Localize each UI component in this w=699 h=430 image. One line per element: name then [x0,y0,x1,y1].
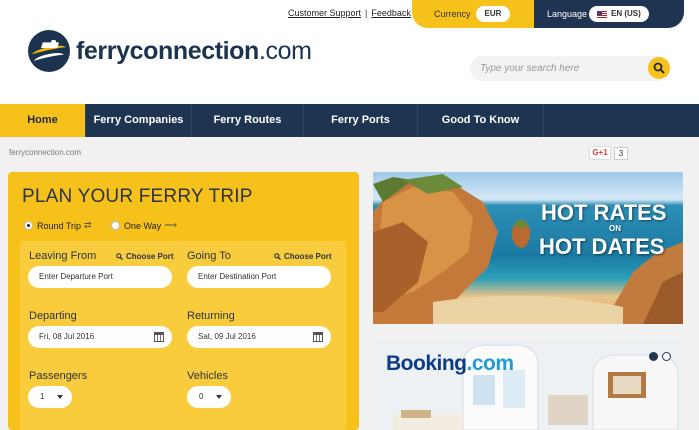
round-trip-option[interactable]: Round Trip ⇄ [24,220,92,231]
google-plus-count: 3 [614,147,628,160]
returning-date-input[interactable]: Sat, 09 Jul 2016 [187,326,331,348]
language-select[interactable]: EN (US) [589,6,649,22]
panel-title: PLAN YOUR FERRY TRIP [22,186,253,207]
nav-ferry-routes[interactable]: Ferry Routes [192,104,304,137]
calendar-icon[interactable] [313,332,323,342]
carousel-dot-2[interactable] [662,352,671,361]
passengers-value: 1 [40,392,45,401]
customer-support-link[interactable]: Customer Support [288,8,361,18]
choose-destination-port[interactable]: Choose Port [274,252,332,261]
magnifier-icon [274,253,281,260]
link-separator: | [365,8,368,18]
hot-rates-on: ON [609,224,621,233]
search-icon [653,62,665,74]
search-box [470,56,670,81]
one-way-label: One Way [124,220,162,231]
currency-select[interactable]: EUR [476,6,510,22]
us-flag-icon [597,10,607,18]
nav-good-to-know[interactable]: Good To Know [418,104,544,137]
nav-home[interactable]: Home [0,104,86,137]
chevron-down-icon [216,395,222,399]
nav-ferry-ports[interactable]: Ferry Ports [304,104,418,137]
vehicles-value: 0 [199,392,204,401]
main-nav: Home Ferry Companies Ferry Routes Ferry … [0,104,699,137]
one-way-radio[interactable] [111,221,120,230]
returning-label: Returning [187,310,235,322]
language-value: EN (US) [611,9,641,18]
going-to-label: Going To [187,250,231,262]
leaving-from-label: Leaving From [29,250,97,262]
returning-date-value: Sat, 09 Jul 2016 [198,332,256,341]
nav-ferry-companies[interactable]: Ferry Companies [86,104,192,137]
logo-text: ferryconnection.com [76,36,312,65]
passengers-select[interactable]: 1 [28,386,72,408]
destination-port-input[interactable]: Enter Destination Port [187,266,331,288]
language-label: Language [547,9,588,19]
hot-rates-line2: HOT DATES [539,234,665,259]
hot-rates-line1: HOT RATES [541,200,667,225]
feedback-link[interactable]: Feedback [371,8,411,18]
departing-date-input[interactable]: Fri, 08 Jul 2016 [28,326,172,348]
google-plus-button[interactable]: G+1 [589,146,611,160]
calendar-icon[interactable] [154,332,164,342]
top-links: Customer Support | Feedback [288,8,411,18]
currency-label: Currency [434,9,471,19]
round-trip-icon: ⇄ [84,220,92,230]
round-trip-label: Round Trip [37,220,82,231]
booking-logo: Booking.com [386,352,514,375]
departing-date-value: Fri, 08 Jul 2016 [39,332,95,341]
currency-bar [412,0,534,28]
departing-label: Departing [29,310,77,322]
round-trip-radio[interactable] [24,221,33,230]
ferry-logo-icon [28,30,70,72]
carousel-dot-1[interactable] [649,352,658,361]
one-way-option[interactable]: One Way ⟶ [111,220,177,231]
departure-port-input[interactable]: Enter Departure Port [28,266,172,288]
vehicles-label: Vehicles [187,370,228,382]
breadcrumb[interactable]: ferryconnection.com [9,148,81,157]
hot-rates-banner[interactable]: HOT RATES ON HOT DATES [373,172,683,324]
chevron-down-icon [57,395,63,399]
choose-departure-port[interactable]: Choose Port [116,252,174,261]
one-way-icon: ⟶ [164,220,178,230]
passengers-label: Passengers [29,370,88,382]
search-input[interactable] [480,60,640,77]
site-logo[interactable]: ferryconnection.com [28,30,312,72]
vehicles-select[interactable]: 0 [187,386,231,408]
magnifier-icon [116,253,123,260]
search-button[interactable] [648,57,670,79]
